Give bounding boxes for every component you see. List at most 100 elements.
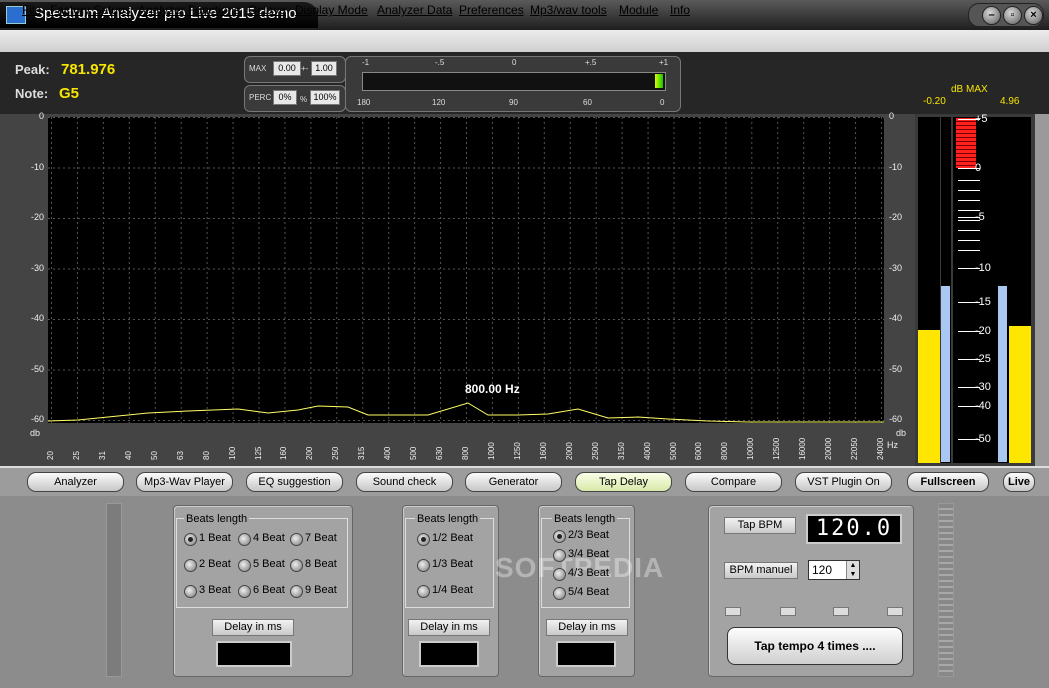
phase-top-tick: -1 [362, 58, 370, 67]
radio-label: 8 Beat [305, 558, 337, 570]
y-tick-left: -20 [30, 212, 44, 222]
compare-button[interactable]: Compare [685, 472, 782, 492]
y-tick-left: -30 [30, 262, 44, 273]
radio-8-beat[interactable] [290, 559, 303, 572]
live-button[interactable]: Live [1003, 472, 1035, 492]
menu-analyzer-functions[interactable]: Analyzer Functions [138, 3, 240, 17]
perc-min-input[interactable]: 0% [273, 90, 297, 105]
eq-suggestion-button[interactable]: EQ suggestion [246, 472, 343, 492]
vst-plugin-button[interactable]: VST Plugin On [795, 472, 892, 492]
radio-5-beat[interactable] [238, 559, 251, 572]
delay-label-1: Delay in ms [212, 619, 294, 636]
menu-info[interactable]: Info [670, 3, 690, 17]
phase-bottom-tick: 90 [509, 98, 518, 107]
vu-minor-tick [958, 250, 980, 251]
x-tick: 63 [175, 451, 185, 460]
vu-clip-zone [956, 118, 976, 168]
menu-module[interactable]: Module [619, 3, 658, 17]
menu-analyzer-data[interactable]: Analyzer Data [377, 3, 452, 17]
mp3-wav-player-button[interactable]: Mp3-Wav Player [136, 472, 233, 492]
x-tick: 8000 [720, 442, 730, 460]
max-max-input[interactable]: 1.00 [311, 61, 337, 76]
vu-right-peak [998, 286, 1007, 462]
radio-9-beat[interactable] [290, 585, 303, 598]
radio-1-3-beat[interactable] [417, 559, 430, 572]
y-tick-right: -40 [889, 313, 903, 323]
y-tick-right: -50 [889, 363, 903, 374]
phase-bottom-tick: 0 [660, 98, 665, 107]
radio-4-3-beat[interactable] [553, 568, 566, 581]
vu-minor-tick [958, 180, 980, 181]
x-tick: 630 [435, 446, 445, 460]
db-max-right: 4.96 [1000, 96, 1020, 107]
spinner-arrows-icon[interactable]: ▲ ▼ [846, 561, 859, 579]
phase-top-tick: +1 [659, 58, 669, 67]
max-sep: +- [301, 64, 309, 73]
radio-1-4-beat[interactable] [417, 585, 430, 598]
sound-check-button[interactable]: Sound check [356, 472, 453, 492]
y-tick-right: -20 [889, 212, 903, 222]
vu-scale-tick [958, 168, 980, 169]
close-icon[interactable]: × [1024, 6, 1043, 25]
delay-label-2: Delay in ms [408, 619, 490, 636]
x-tick: 31 [97, 451, 107, 460]
bpm-manual-spinner[interactable]: 120 ▲ ▼ [808, 560, 860, 580]
x-tick: 22050 [850, 437, 860, 460]
radio-6-beat[interactable] [238, 585, 251, 598]
beat-led [833, 607, 849, 616]
vu-scale-tick [958, 406, 980, 407]
radio-1-beat[interactable] [184, 533, 197, 546]
vu-scale-tick [958, 302, 980, 303]
max-min-input[interactable]: 0.00 [273, 61, 301, 76]
vu-scale-tick [958, 268, 980, 269]
radio-1-2-beat[interactable] [417, 533, 430, 546]
x-tick: 12500 [772, 437, 782, 460]
radio-label: 3/4 Beat [568, 548, 609, 560]
vu-minor-tick [958, 220, 980, 221]
phase-bottom-tick: 180 [357, 98, 371, 107]
peak-frequency-label: 800.00 Hz [465, 382, 520, 396]
x-tick: 125 [253, 446, 263, 460]
x-unit: Hz [887, 440, 898, 450]
menu-mp3wav-tools[interactable]: Mp3/wav tools [530, 3, 607, 17]
minimize-icon[interactable]: – [982, 6, 1001, 25]
menu-display-mode[interactable]: Display Mode [295, 3, 368, 17]
perc-max-input[interactable]: 100% [310, 90, 340, 105]
menu-octave[interactable]: Octave [248, 3, 286, 17]
y-unit-right: db [896, 428, 907, 438]
menu-factory-setups[interactable]: Factory Setups [50, 3, 131, 17]
x-tick: 20 [46, 451, 55, 460]
radio-4-beat[interactable] [238, 533, 251, 546]
radio-2-3-beat[interactable] [553, 530, 566, 543]
radio-label: 2/3 Beat [568, 529, 609, 541]
beat-led [725, 607, 741, 616]
radio-3-beat[interactable] [184, 585, 197, 598]
radio-7-beat[interactable] [290, 533, 303, 546]
analyzer-button[interactable]: Analyzer [27, 472, 124, 492]
vu-scale-tick [958, 359, 980, 360]
y-tick-left: 0 [38, 111, 44, 121]
vu-scale-tick [958, 439, 980, 440]
beat-led [780, 607, 796, 616]
tap-delay-button[interactable]: Tap Delay [575, 472, 672, 492]
maximize-icon[interactable]: ▫ [1003, 6, 1022, 25]
x-tick: 100 [227, 446, 237, 460]
fullscreen-button[interactable]: Fullscreen [907, 472, 989, 492]
note-label: Note: [15, 86, 49, 101]
y-tick-right: -60 [889, 414, 903, 424]
spectrum-plot[interactable] [48, 117, 884, 423]
radio-2-beat[interactable] [184, 559, 197, 572]
x-tick: 50 [149, 451, 159, 460]
peak-label: Peak: [15, 62, 50, 77]
menu-preferences[interactable]: Preferences [459, 3, 524, 17]
tap-tempo-button[interactable]: Tap tempo 4 times .... [727, 627, 903, 665]
radio-5-4-beat[interactable] [553, 587, 566, 600]
beats-title-1: Beats length [184, 513, 250, 525]
x-tick: 160 [279, 446, 289, 460]
radio-3-4-beat[interactable] [553, 549, 566, 562]
menu-file[interactable]: File [22, 3, 41, 17]
delay-label-3: Delay in ms [546, 619, 628, 636]
x-tick: 25 [71, 451, 81, 460]
generator-button[interactable]: Generator [465, 472, 562, 492]
radio-label: 5 Beat [253, 558, 285, 570]
